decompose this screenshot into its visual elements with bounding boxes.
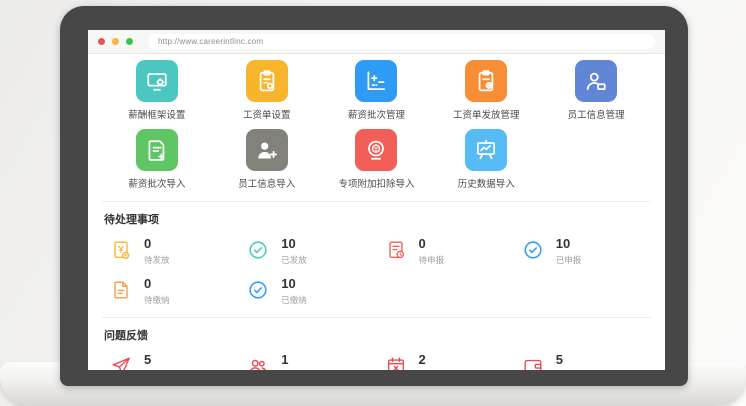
stat-value: 0 <box>419 237 445 251</box>
zoom-window-icon[interactable] <box>126 38 133 45</box>
app-employee-info-import[interactable]: 员工信息导入 <box>212 129 322 190</box>
stat-value: 0 <box>144 277 170 291</box>
app-payslip-settings[interactable]: 工资单设置 <box>212 60 322 121</box>
people-icon <box>247 355 269 370</box>
app-label: 专项附加扣除导入 <box>338 176 414 190</box>
pending-stats-row2: 0 待缴纳 10 已缴纳 <box>102 277 651 306</box>
app-label: 工资单设置 <box>243 107 291 121</box>
stat-pending-payment[interactable]: 0 待缴纳 <box>102 277 239 306</box>
app-salary-batch-management[interactable]: 薪资批次管理 <box>322 60 432 121</box>
page-content: 薪酬框架设置 工资单设置 <box>88 54 665 370</box>
app-salary-framework-settings[interactable]: 薪酬框架设置 <box>102 60 212 121</box>
tax-stamp-icon <box>355 129 397 171</box>
stat-value: 5 <box>144 353 221 367</box>
pending-stats-row1: 0 待发放 10 已发放 <box>102 237 651 266</box>
stat-declared[interactable]: 10 已申报 <box>514 237 651 266</box>
stat-value: 10 <box>281 237 307 251</box>
stat-pending-issue[interactable]: 0 待发放 <box>102 237 239 266</box>
calendar-x-icon <box>385 355 407 370</box>
app-label: 薪资批次导入 <box>128 176 185 190</box>
stat-paid[interactable]: 10 已缴纳 <box>239 277 376 306</box>
clock-doc-icon <box>385 239 407 261</box>
close-window-icon[interactable] <box>98 38 105 45</box>
doc-fold-icon <box>110 279 132 301</box>
clipboard-badge-icon <box>465 60 507 102</box>
address-bar[interactable]: http://www.careerintlinc.com <box>148 34 655 49</box>
app-label: 员工信息导入 <box>238 176 295 190</box>
app-label: 历史数据导入 <box>458 176 515 190</box>
section-divider <box>102 201 651 202</box>
minimize-window-icon[interactable] <box>112 38 119 45</box>
app-payslip-distribution-management[interactable]: 工资单发放管理 <box>431 60 541 121</box>
stat-label: 待发放 <box>144 254 170 266</box>
check-circle-icon <box>247 239 269 261</box>
stat-label: 已发放 <box>281 254 307 266</box>
laptop-screen: http://www.careerintlinc.com 薪酬框架设置 <box>60 6 688 386</box>
paper-plane-icon <box>110 355 132 370</box>
stat-salary-issue-info-needed[interactable]: 5 薪资发放待补充信息 <box>102 353 239 370</box>
stat-issued[interactable]: 10 已发放 <box>239 237 376 266</box>
pending-section-title: 待处理事项 <box>104 211 649 227</box>
laptop-mockup: http://www.careerintlinc.com 薪酬框架设置 <box>0 0 746 406</box>
app-grid-row1: 薪酬框架设置 工资单设置 <box>102 60 651 121</box>
stat-tax-declaration-info-needed[interactable]: 1 个税申报待补充信息 <box>239 353 376 370</box>
stat-value: 1 <box>281 353 358 367</box>
app-label: 薪资批次管理 <box>348 107 405 121</box>
app-special-deduction-import[interactable]: 专项附加扣除导入 <box>322 129 432 190</box>
yuan-doc-icon <box>110 239 132 261</box>
stat-value: 10 <box>556 237 582 251</box>
stat-value: 5 <box>556 353 590 367</box>
wallet-icon <box>522 355 544 370</box>
history-board-icon <box>465 129 507 171</box>
app-employee-info-management[interactable]: 员工信息管理 <box>541 60 651 121</box>
app-salary-batch-import[interactable]: 薪资批次导入 <box>102 129 212 190</box>
person-plus-icon <box>246 129 288 171</box>
stat-pending-declaration[interactable]: 0 待申报 <box>377 237 514 266</box>
check-circle-icon <box>522 239 544 261</box>
clipboard-gear-icon <box>246 60 288 102</box>
stat-label: 已缴纳 <box>281 294 307 306</box>
stat-declaration-failed[interactable]: 2 申报失败 <box>377 353 514 370</box>
app-grid-row2: 薪资批次导入 员工信息导入 <box>102 129 651 190</box>
browser-bar: http://www.careerintlinc.com <box>88 30 665 54</box>
screen: http://www.careerintlinc.com 薪酬框架设置 <box>88 30 665 370</box>
stat-label: 待申报 <box>419 254 445 266</box>
check-circle-icon <box>247 279 269 301</box>
app-label: 员工信息管理 <box>568 107 625 121</box>
monitor-gear-icon <box>136 60 178 102</box>
feedback-section-title: 问题反馈 <box>104 327 649 343</box>
app-label: 薪酬框架设置 <box>128 107 185 121</box>
stat-payment-failed[interactable]: 5 缴纳失败 <box>514 353 651 370</box>
app-history-data-import[interactable]: 历史数据导入 <box>431 129 541 190</box>
app-label: 工资单发放管理 <box>453 107 520 121</box>
batch-chart-icon <box>355 60 397 102</box>
section-divider <box>102 317 651 318</box>
stat-value: 2 <box>419 353 453 367</box>
stat-label: 待缴纳 <box>144 294 170 306</box>
stat-value: 10 <box>281 277 307 291</box>
feedback-stats-row: 5 薪资发放待补充信息 1 个税申报待补 <box>102 353 651 370</box>
employee-card-icon <box>575 60 617 102</box>
stat-label: 已申报 <box>556 254 582 266</box>
stat-value: 0 <box>144 237 170 251</box>
doc-plus-icon <box>136 129 178 171</box>
